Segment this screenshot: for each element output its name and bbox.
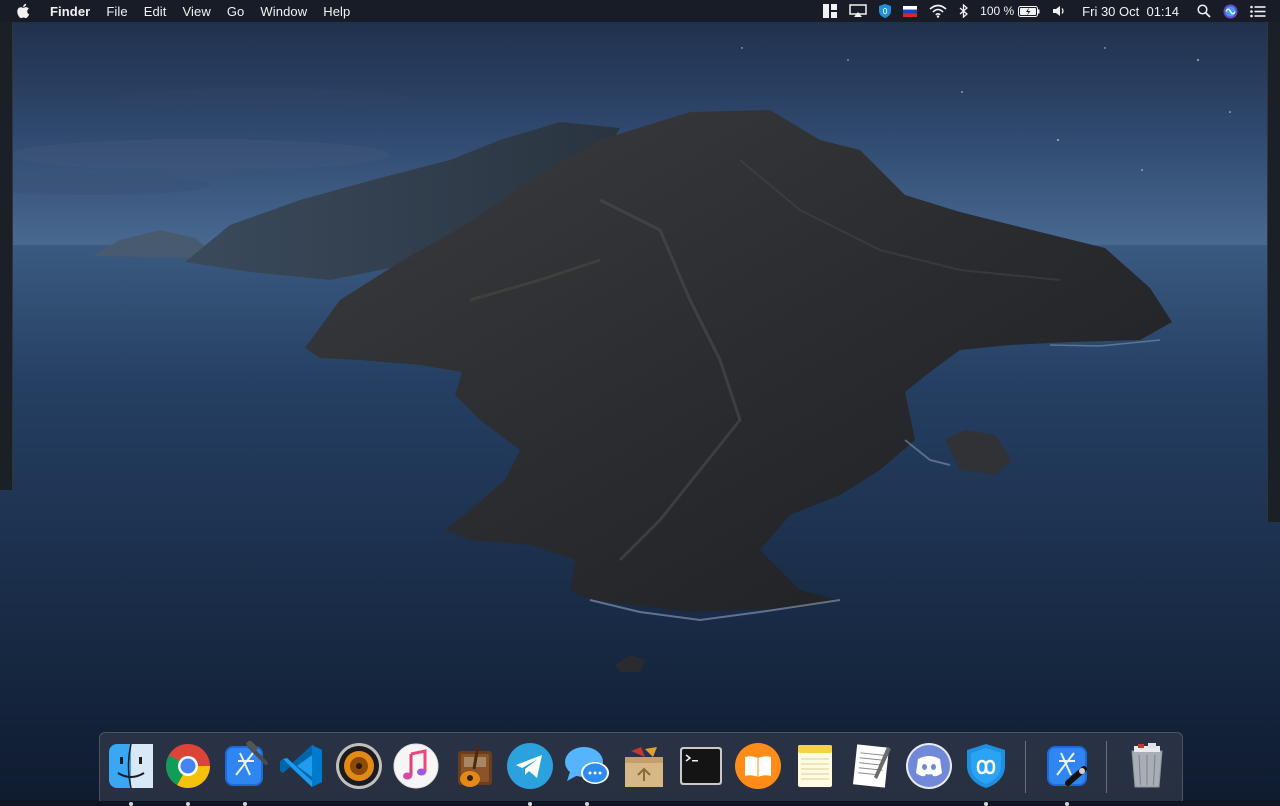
dock-discord[interactable] [904, 741, 954, 791]
notification-center-icon[interactable] [1250, 0, 1266, 22]
chrome-icon [166, 744, 210, 788]
battery-icon[interactable] [1018, 0, 1040, 22]
volume-icon[interactable] [1052, 0, 1066, 22]
menu-view[interactable]: View [183, 4, 211, 19]
running-indicator [984, 802, 988, 806]
apple-menu-icon[interactable] [16, 3, 30, 19]
menubar-clock[interactable]: Fri 30 Oct 01:14 [1082, 4, 1179, 19]
wifi-icon[interactable] [929, 0, 947, 22]
notes-icon [798, 745, 832, 787]
menu-help[interactable]: Help [323, 4, 350, 19]
background-window-edge [0, 22, 13, 490]
dock-instruments[interactable] [1042, 741, 1092, 806]
dock-telegram[interactable] [505, 741, 555, 806]
terminal-icon [680, 747, 722, 785]
background-window-edge [1267, 22, 1280, 522]
spotlight-search-icon[interactable] [1197, 0, 1211, 22]
running-indicator [186, 802, 190, 806]
dock-vpn-unlimited[interactable] [961, 741, 1011, 806]
dock [99, 732, 1183, 806]
dock-notes[interactable] [790, 741, 840, 791]
dock-finder[interactable] [106, 741, 156, 806]
siri-icon[interactable] [1223, 0, 1238, 22]
dock-archive-utility[interactable] [619, 741, 669, 791]
airplay-icon[interactable] [849, 0, 867, 22]
running-indicator [1065, 802, 1069, 806]
speaker-icon [336, 743, 382, 789]
discord-icon [906, 743, 952, 789]
russian-flag-icon[interactable] [903, 0, 918, 22]
books-icon [735, 743, 781, 789]
finder-icon [109, 743, 153, 789]
svg-text:0: 0 [883, 7, 888, 16]
dock-textedit[interactable] [847, 741, 897, 791]
dock-trash[interactable] [1122, 741, 1172, 791]
running-indicator [585, 802, 589, 806]
guitar-icon [458, 744, 492, 787]
dock-separator [1106, 741, 1107, 793]
vpn-shield-icon[interactable]: 0 [879, 0, 892, 22]
archive-box-icon [625, 747, 663, 787]
vpn-shield-icon [967, 744, 1005, 788]
trash-icon [1131, 743, 1163, 788]
battery-percentage[interactable]: 100 % [980, 4, 1014, 18]
messages-icon [565, 747, 609, 784]
vscode-icon [280, 745, 322, 787]
menu-go[interactable]: Go [227, 4, 245, 19]
dock-google-chrome[interactable] [163, 741, 213, 806]
menu-bar: Finder File Edit View Go Window Help 0 1… [0, 0, 1280, 22]
menu-app-name[interactable]: Finder [50, 4, 90, 19]
dock-books[interactable] [733, 741, 783, 791]
dock-terminal[interactable] [676, 741, 726, 791]
music-note-icon [393, 743, 439, 789]
dock-garageband[interactable] [448, 741, 498, 791]
instruments-icon [1047, 746, 1087, 786]
menu-file[interactable]: File [106, 4, 127, 19]
dock-visual-studio-code[interactable] [277, 741, 327, 791]
telegram-icon [507, 743, 553, 789]
textedit-icon [852, 744, 891, 788]
running-indicator [528, 802, 532, 806]
magnet-icon[interactable] [823, 0, 838, 22]
desktop-wallpaper [0, 0, 1280, 800]
dock-itunes[interactable] [391, 741, 441, 791]
running-indicator [129, 802, 133, 806]
menu-edit[interactable]: Edit [144, 4, 167, 19]
dock-messages[interactable] [562, 741, 612, 806]
dock-xcode[interactable] [220, 741, 270, 806]
menu-window[interactable]: Window [260, 4, 307, 19]
dock-separator [1025, 741, 1026, 793]
running-indicator [243, 802, 247, 806]
xcode-icon [225, 741, 268, 786]
bluetooth-icon[interactable] [959, 0, 969, 22]
dock-vox[interactable] [334, 741, 384, 791]
